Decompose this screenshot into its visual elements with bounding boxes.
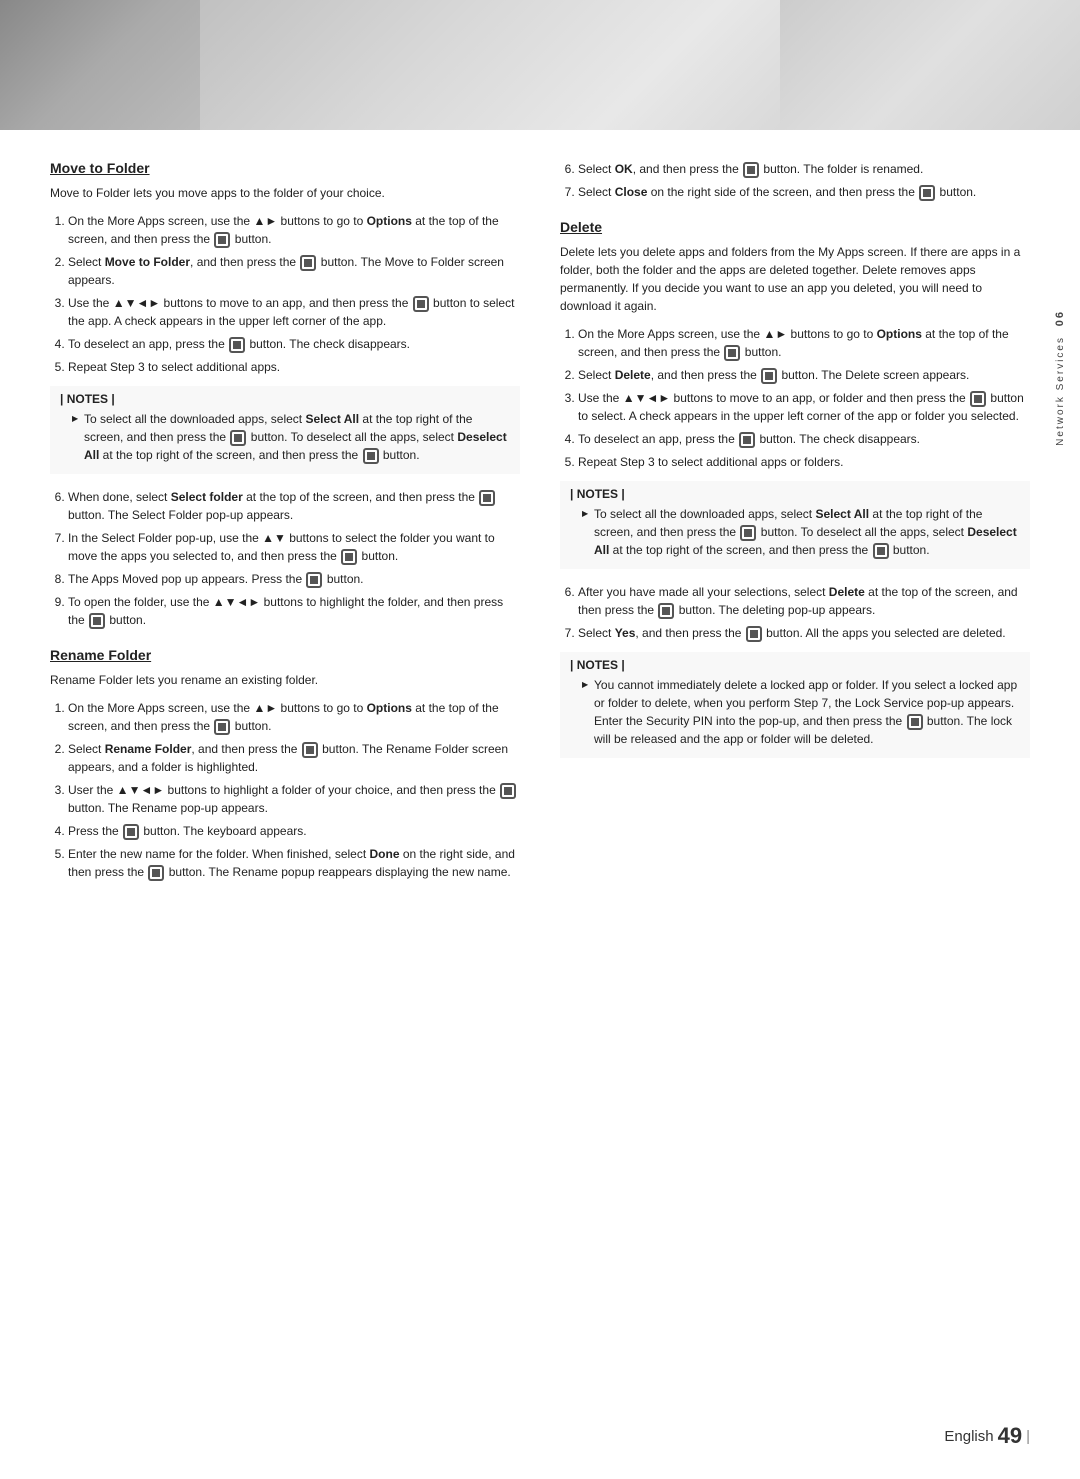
e-button-icon bbox=[300, 255, 316, 271]
list-item: Select Close on the right side of the sc… bbox=[578, 183, 1030, 201]
list-item: Select Rename Folder, and then press the… bbox=[68, 740, 520, 776]
chapter-number: 06 bbox=[1054, 310, 1066, 326]
list-item: To open the folder, use the ▲▼◄► buttons… bbox=[68, 593, 520, 629]
notes-label: | NOTES | bbox=[60, 392, 510, 406]
footer-page-number: 49 bbox=[998, 1423, 1022, 1449]
e-button-icon bbox=[363, 448, 379, 464]
delete-steps-continued: After you have made all your selections,… bbox=[560, 583, 1030, 642]
left-column: Move to Folder Move to Folder lets you m… bbox=[50, 160, 520, 891]
list-item: The Apps Moved pop up appears. Press the… bbox=[68, 570, 520, 588]
list-item: To deselect an app, press the button. Th… bbox=[68, 335, 520, 353]
notes-label: | NOTES | bbox=[570, 487, 1020, 501]
delete-intro: Delete lets you delete apps and folders … bbox=[560, 243, 1030, 315]
notes-block-delete1: | NOTES | To select all the downloaded a… bbox=[560, 481, 1030, 569]
list-item: In the Select Folder pop-up, use the ▲▼ … bbox=[68, 529, 520, 565]
list-item: Select Move to Folder, and then press th… bbox=[68, 253, 520, 289]
list-item: Use the ▲▼◄► buttons to move to an app, … bbox=[68, 294, 520, 330]
list-item: To select all the downloaded apps, selec… bbox=[74, 410, 510, 464]
e-button-icon bbox=[229, 337, 245, 353]
list-item: Press the button. The keyboard appears. bbox=[68, 822, 520, 840]
e-button-icon bbox=[739, 432, 755, 448]
e-button-icon bbox=[761, 368, 777, 384]
list-item: To select all the downloaded apps, selec… bbox=[584, 505, 1020, 559]
list-item: On the More Apps screen, use the ▲► butt… bbox=[68, 699, 520, 735]
e-button-icon bbox=[123, 824, 139, 840]
list-item: On the More Apps screen, use the ▲► butt… bbox=[68, 212, 520, 248]
list-item: You cannot immediately delete a locked a… bbox=[584, 676, 1020, 748]
list-item: After you have made all your selections,… bbox=[578, 583, 1030, 619]
e-button-icon bbox=[873, 543, 889, 559]
move-to-folder-steps: On the More Apps screen, use the ▲► butt… bbox=[50, 212, 520, 376]
list-item: Enter the new name for the folder. When … bbox=[68, 845, 520, 881]
chapter-block: 06 Network Services bbox=[1054, 310, 1066, 446]
list-item: When done, select Select folder at the t… bbox=[68, 488, 520, 524]
notes-block-move: | NOTES | To select all the downloaded a… bbox=[50, 386, 520, 474]
notes-label: | NOTES | bbox=[570, 658, 1020, 672]
rename-folder-steps: On the More Apps screen, use the ▲► butt… bbox=[50, 699, 520, 881]
list-item: Select Yes, and then press the button. A… bbox=[578, 624, 1030, 642]
move-to-folder-steps-continued: When done, select Select folder at the t… bbox=[50, 488, 520, 629]
footer: English 49 | bbox=[944, 1423, 1030, 1449]
delete-steps: On the More Apps screen, use the ▲► butt… bbox=[560, 325, 1030, 471]
main-content: Move to Folder Move to Folder lets you m… bbox=[0, 130, 1080, 951]
delete-title: Delete bbox=[560, 219, 1030, 235]
e-button-icon bbox=[658, 603, 674, 619]
e-button-icon bbox=[743, 162, 759, 178]
e-button-icon bbox=[746, 626, 762, 642]
e-button-icon bbox=[302, 742, 318, 758]
right-column: Select OK, and then press the button. Th… bbox=[560, 160, 1030, 891]
notes-block-delete2: | NOTES | You cannot immediately delete … bbox=[560, 652, 1030, 758]
e-button-icon bbox=[413, 296, 429, 312]
e-button-icon bbox=[479, 490, 495, 506]
chapter-title: Network Services bbox=[1055, 336, 1066, 446]
e-button-icon bbox=[230, 430, 246, 446]
e-button-icon bbox=[919, 185, 935, 201]
e-button-icon bbox=[500, 783, 516, 799]
e-button-icon bbox=[970, 391, 986, 407]
e-button-icon bbox=[89, 613, 105, 629]
list-item: To deselect an app, press the button. Th… bbox=[578, 430, 1030, 448]
rename-folder-steps-continued: Select OK, and then press the button. Th… bbox=[560, 160, 1030, 201]
e-button-icon bbox=[907, 714, 923, 730]
move-to-folder-intro: Move to Folder lets you move apps to the… bbox=[50, 184, 520, 202]
e-button-icon bbox=[740, 525, 756, 541]
e-button-icon bbox=[306, 572, 322, 588]
e-button-icon bbox=[724, 345, 740, 361]
rename-folder-title: Rename Folder bbox=[50, 647, 520, 663]
header-image bbox=[0, 0, 1080, 130]
list-item: Select Delete, and then press the button… bbox=[578, 366, 1030, 384]
list-item: Use the ▲▼◄► buttons to move to an app, … bbox=[578, 389, 1030, 425]
list-item: Repeat Step 3 to select additional apps … bbox=[578, 453, 1030, 471]
e-button-icon bbox=[148, 865, 164, 881]
rename-folder-intro: Rename Folder lets you rename an existin… bbox=[50, 671, 520, 689]
list-item: Select OK, and then press the button. Th… bbox=[578, 160, 1030, 178]
e-button-icon bbox=[341, 549, 357, 565]
footer-pipe: | bbox=[1026, 1428, 1030, 1445]
e-button-icon bbox=[214, 719, 230, 735]
list-item: Repeat Step 3 to select additional apps. bbox=[68, 358, 520, 376]
list-item: User the ▲▼◄► buttons to highlight a fol… bbox=[68, 781, 520, 817]
footer-language: English bbox=[944, 1428, 993, 1445]
e-button-icon bbox=[214, 232, 230, 248]
list-item: On the More Apps screen, use the ▲► butt… bbox=[578, 325, 1030, 361]
move-to-folder-title: Move to Folder bbox=[50, 160, 520, 176]
